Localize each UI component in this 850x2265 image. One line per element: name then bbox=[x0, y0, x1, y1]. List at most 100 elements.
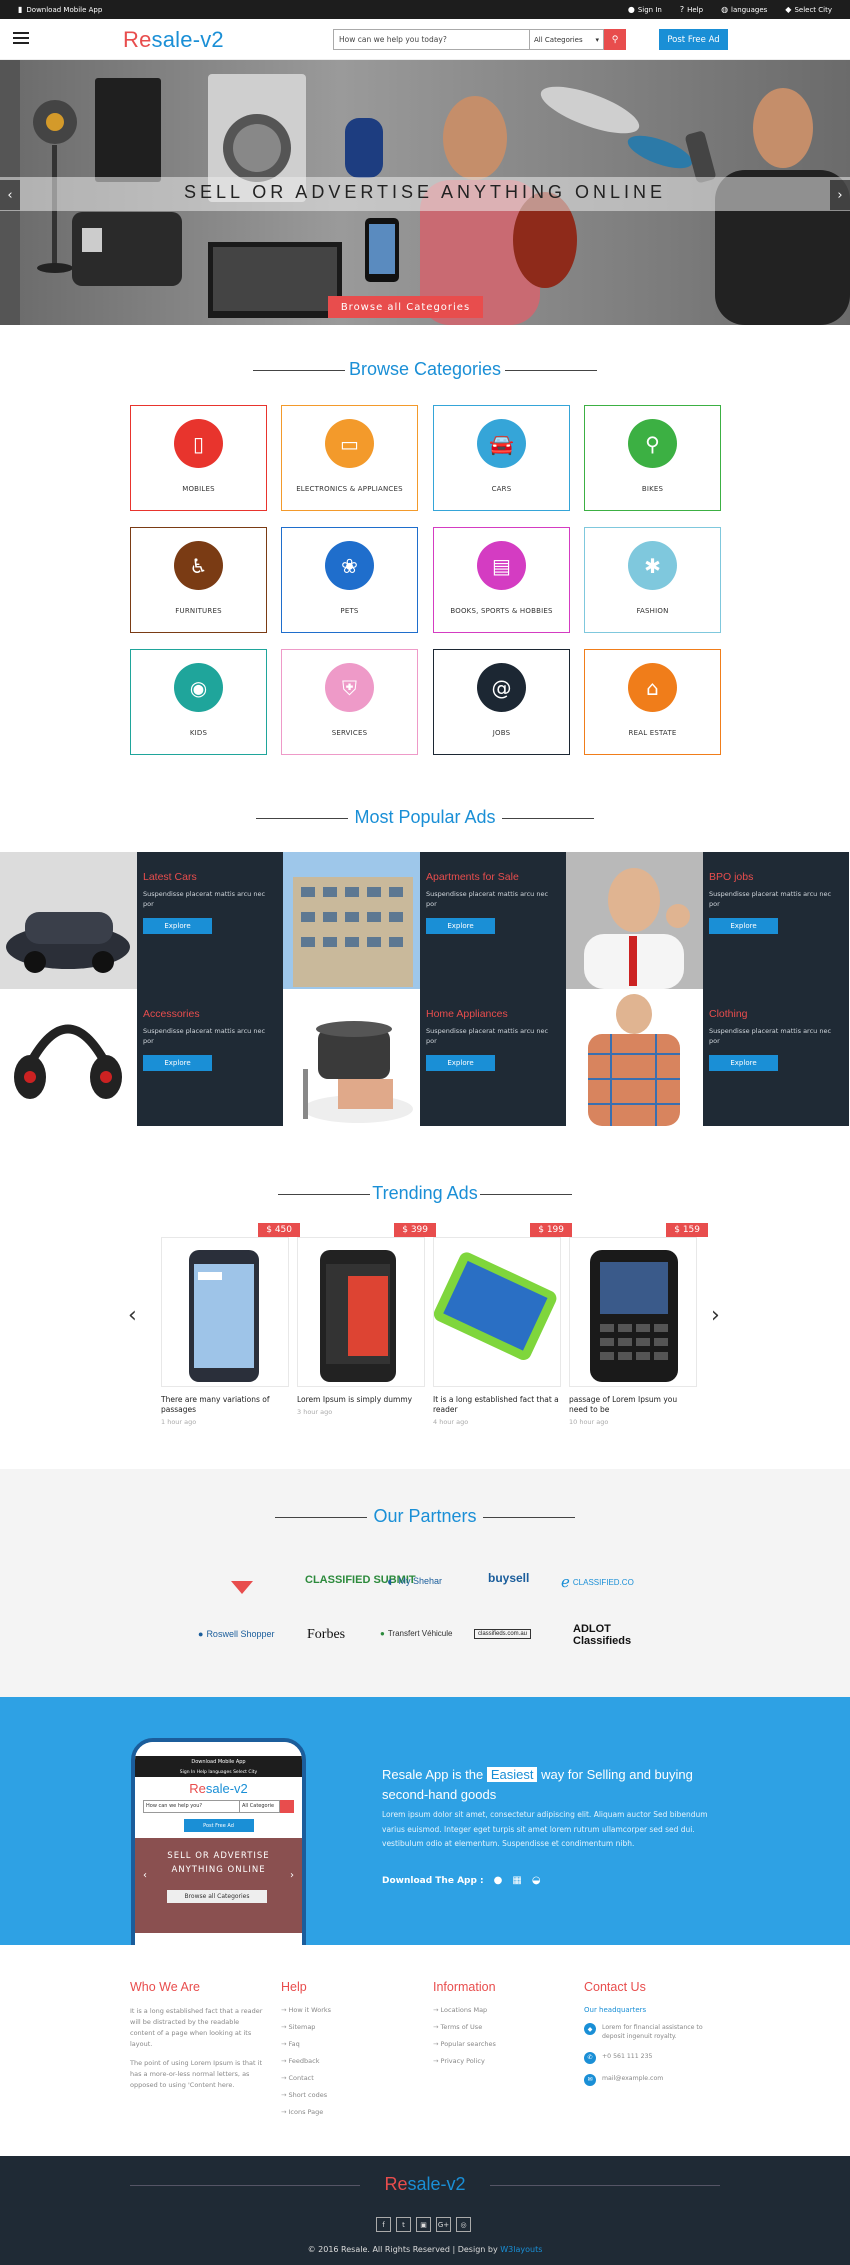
sign-in-link[interactable]: ● Sign In bbox=[628, 5, 662, 14]
category-card[interactable]: @ JOBS bbox=[433, 649, 570, 755]
footer-link[interactable]: How it Works bbox=[281, 2006, 431, 2014]
popular-ad-image[interactable] bbox=[283, 852, 420, 989]
popular-ad-title[interactable]: BPO jobs bbox=[709, 871, 843, 883]
contact-email[interactable]: ✉ mail@example.com bbox=[584, 2073, 714, 2086]
information-links: Locations Map Terms of Use Popular searche… bbox=[433, 2006, 583, 2065]
trending-ad-image[interactable]: $ 450 bbox=[161, 1223, 300, 1387]
category-card[interactable]: ▭ ELECTRONICS & APPLIANCES bbox=[281, 405, 418, 511]
partner-logo-adlot[interactable]: ADLOT Classifieds bbox=[573, 1623, 643, 1647]
footer-link[interactable]: Contact bbox=[281, 2074, 431, 2082]
partner-logo-transfert-vehicule[interactable]: ● Transfert Véhicule bbox=[380, 1629, 452, 1638]
search-button[interactable]: ⚲ bbox=[604, 29, 626, 50]
popular-ad-title[interactable]: Apartments for Sale bbox=[426, 871, 560, 883]
popular-ad-image[interactable] bbox=[283, 989, 420, 1126]
trending-ad-title[interactable]: It is a long established fact that a rea… bbox=[433, 1395, 561, 1415]
popular-ad-image[interactable] bbox=[566, 852, 703, 989]
footer-link[interactable]: Terms of Use bbox=[433, 2023, 583, 2031]
footer-link[interactable]: Popular searches bbox=[433, 2040, 583, 2048]
footer-link[interactable]: Faq bbox=[281, 2040, 431, 2048]
hero-next-arrow[interactable]: › bbox=[830, 180, 850, 210]
partner-logo-roswell-shopper[interactable]: ● Roswell Shopper bbox=[198, 1629, 274, 1639]
trending-ad-card[interactable]: $ 159 passage of Lorem Ipsum you need to … bbox=[569, 1223, 708, 1426]
footer-link[interactable]: Sitemap bbox=[281, 2023, 431, 2031]
footer-logo[interactable]: Resale-v2 bbox=[0, 2174, 850, 2195]
trending-ad-card[interactable]: $ 199 It is a long established fact that … bbox=[433, 1223, 572, 1426]
hamburger-menu-icon[interactable] bbox=[13, 32, 29, 44]
post-free-ad-button[interactable]: Post Free Ad bbox=[659, 29, 728, 50]
popular-ad-image[interactable] bbox=[0, 989, 137, 1126]
category-label: SERVICES bbox=[331, 729, 368, 737]
category-card[interactable]: ⛨ SERVICES bbox=[281, 649, 418, 755]
explore-button[interactable]: Explore bbox=[143, 918, 212, 935]
partner-logo-my-shehar[interactable]: ◐ My Shehar bbox=[387, 1573, 442, 1589]
trending-ad-image[interactable]: $ 399 bbox=[297, 1223, 436, 1387]
browse-all-categories-button[interactable]: Browse all Categories bbox=[328, 296, 483, 318]
category-card[interactable]: ⚲ BIKES bbox=[584, 405, 721, 511]
book-icon: ▤ bbox=[477, 541, 526, 590]
globe-icon: ◐ bbox=[387, 1573, 396, 1589]
facebook-icon[interactable]: f bbox=[376, 2217, 391, 2232]
partner-name: Roswell Shopper bbox=[206, 1629, 275, 1639]
explore-button[interactable]: Explore bbox=[709, 1055, 778, 1072]
category-card[interactable]: ❀ PETS bbox=[281, 527, 418, 633]
trending-ad-title[interactable]: There are many variations of passages bbox=[161, 1395, 289, 1415]
site-logo[interactable]: Resale-v2 bbox=[123, 27, 224, 53]
popular-ad-title[interactable]: Clothing bbox=[709, 1008, 843, 1020]
category-card[interactable]: ♿ FURNITURES bbox=[130, 527, 267, 633]
android-icon[interactable]: ◒ bbox=[532, 1875, 541, 1886]
category-card[interactable]: ▤ BOOKS, SPORTS & HOBBIES bbox=[433, 527, 570, 633]
category-select-value: All Categories bbox=[534, 35, 583, 44]
trending-ad-card[interactable]: $ 399 Lorem Ipsum is simply dummy 3 hour a… bbox=[297, 1223, 436, 1416]
trending-prev-arrow[interactable]: ‹ bbox=[128, 1303, 137, 1328]
footer-link[interactable]: Short codes bbox=[281, 2091, 431, 2099]
explore-button[interactable]: Explore bbox=[426, 1055, 495, 1072]
popular-ad-image[interactable] bbox=[566, 989, 703, 1126]
explore-button[interactable]: Explore bbox=[709, 918, 778, 935]
trending-ad-image[interactable]: $ 159 bbox=[569, 1223, 708, 1387]
download-app-row: Download The App : ● ▦ ◒ bbox=[382, 1875, 541, 1886]
hero-prev-arrow[interactable]: ‹ bbox=[0, 180, 20, 210]
partner-logo-forbes[interactable]: Forbes bbox=[307, 1627, 345, 1643]
popular-ad-title[interactable]: Accessories bbox=[143, 1008, 277, 1020]
partner-logo-classified-co[interactable]: ℯ CLASSIFIED.CO bbox=[561, 1573, 634, 1591]
download-app-link[interactable]: ▮ Download Mobile App bbox=[18, 5, 102, 14]
trending-ad-card[interactable]: $ 450 There are many variations of passag… bbox=[161, 1223, 300, 1426]
popular-ad-image[interactable] bbox=[0, 852, 137, 989]
category-card[interactable]: ⌂ REAL ESTATE bbox=[584, 649, 721, 755]
select-city-dropdown[interactable]: ◆ Select City bbox=[785, 5, 832, 14]
trending-next-arrow[interactable]: › bbox=[711, 1303, 720, 1328]
windows-icon[interactable]: ▦ bbox=[512, 1875, 521, 1886]
languages-dropdown[interactable]: ◍ languages bbox=[721, 5, 767, 14]
partner-logo-buysell[interactable]: buysell bbox=[488, 1571, 529, 1585]
footer-link[interactable]: Icons Page bbox=[281, 2108, 431, 2116]
category-card[interactable]: 🚘 CARS bbox=[433, 405, 570, 511]
footer-link[interactable]: Locations Map bbox=[433, 2006, 583, 2014]
designer-link[interactable]: W3layouts bbox=[500, 2245, 542, 2254]
phone-icon: ✆ bbox=[584, 2051, 596, 2064]
category-card[interactable]: ✱ FASHION bbox=[584, 527, 721, 633]
partner-logo-classifieds-au[interactable]: classifieds.com.au bbox=[474, 1629, 532, 1639]
category-label: PETS bbox=[340, 607, 359, 615]
popular-ad-title[interactable]: Latest Cars bbox=[143, 871, 277, 883]
explore-button[interactable]: Explore bbox=[143, 1055, 212, 1072]
search-input[interactable]: How can we help you today? bbox=[333, 29, 530, 50]
apple-icon[interactable]: ● bbox=[494, 1875, 503, 1886]
popular-ad-title[interactable]: Home Appliances bbox=[426, 1008, 560, 1020]
help-link[interactable]: ? Help bbox=[680, 5, 703, 14]
explore-button[interactable]: Explore bbox=[426, 918, 495, 935]
twitter-icon[interactable]: t bbox=[396, 2217, 411, 2232]
google-plus-icon[interactable]: G+ bbox=[436, 2217, 451, 2232]
footer-link[interactable]: Feedback bbox=[281, 2057, 431, 2065]
flickr-icon[interactable]: ▣ bbox=[416, 2217, 431, 2232]
trending-ad-image[interactable]: $ 199 bbox=[433, 1223, 572, 1387]
category-card[interactable]: ▯ MOBILES bbox=[130, 405, 267, 511]
dribbble-icon[interactable]: ◎ bbox=[456, 2217, 471, 2232]
category-card[interactable]: ◉ KIDS bbox=[130, 649, 267, 755]
trending-ad-title[interactable]: passage of Lorem Ipsum you need to be bbox=[569, 1395, 697, 1415]
popular-ad-description: Suspendisse placerat mattis arcu nec por bbox=[143, 890, 266, 909]
popular-ad-description: Suspendisse placerat mattis arcu nec por bbox=[426, 890, 549, 909]
footer-link[interactable]: Privacy Policy bbox=[433, 2057, 583, 2065]
partner-logo-mark[interactable] bbox=[229, 1575, 255, 1595]
category-select[interactable]: All Categories ▾ bbox=[530, 29, 604, 50]
trending-ad-title[interactable]: Lorem Ipsum is simply dummy bbox=[297, 1395, 425, 1405]
